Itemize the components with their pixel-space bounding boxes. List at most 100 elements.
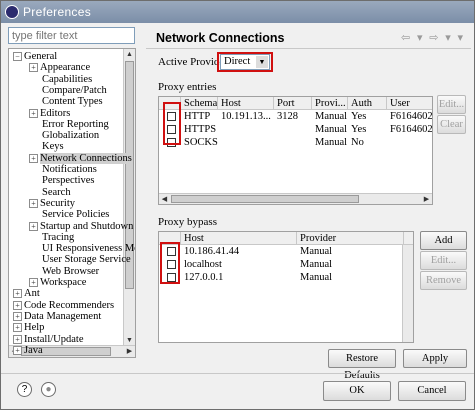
tree-item[interactable]: Error Reporting — [29, 119, 109, 131]
cell-user: F6164602 — [390, 124, 433, 135]
history-nav-arrows-icon[interactable]: ⇦ ▾ ⇨ ▾ ▾ — [401, 31, 465, 44]
expand-icon[interactable]: + — [13, 300, 22, 310]
expand-icon[interactable]: + — [13, 311, 22, 321]
column-header-schema[interactable]: Schema — [181, 97, 218, 110]
column-header-auth[interactable]: Auth — [348, 97, 387, 110]
preferences-tree[interactable]: ▲ ▼ ◀ ▶ −General+AppearanceCapabilitiesC… — [8, 48, 136, 358]
tree-item[interactable]: Service Policies — [29, 209, 109, 221]
tree-item[interactable]: Web Browser — [29, 266, 99, 278]
tree-item-label: Notifications — [42, 164, 97, 175]
restore-defaults-button[interactable]: Restore Defaults — [328, 349, 396, 381]
cell-schema: HTTPS — [184, 124, 217, 135]
expand-icon[interactable]: + — [29, 63, 38, 73]
tree-item[interactable]: Perspectives — [29, 175, 95, 187]
tree-item[interactable]: + Ant — [13, 288, 40, 300]
edit-host-button[interactable]: Edit... — [420, 251, 467, 270]
tree-item[interactable]: +Java EE — [13, 356, 58, 358]
tree-item[interactable]: Notifications — [29, 164, 97, 176]
apply-button[interactable]: Apply — [403, 349, 467, 368]
proxy-entries-hscroll[interactable]: ◀ ▶ — [159, 193, 432, 204]
tree-item[interactable]: + Help — [13, 322, 44, 334]
expand-icon[interactable]: + — [29, 278, 38, 287]
tree-item[interactable]: Tracing — [29, 232, 74, 244]
tree-item[interactable]: + Data Management — [13, 311, 101, 323]
proxy-bypass-table[interactable]: Host Provider 10.186.41.44 Manual localh… — [158, 231, 414, 343]
expand-icon[interactable]: + — [13, 345, 22, 355]
expand-icon[interactable]: + — [13, 289, 22, 299]
column-header-port[interactable]: Port — [274, 97, 312, 110]
proxy-bypass-header: Host Provider — [159, 232, 413, 245]
tree-item[interactable]: + Java — [13, 345, 43, 357]
tree-vertical-scrollbar[interactable]: ▲ ▼ — [123, 49, 135, 346]
tree-item[interactable]: Compare/Patch — [29, 85, 107, 97]
tree-item[interactable]: + Editors — [29, 108, 70, 120]
cell-host: localhost — [184, 259, 222, 270]
cell-auth: Yes — [351, 111, 367, 122]
tree-item[interactable]: User Storage Service — [29, 254, 131, 266]
tree-item-label: Help — [24, 322, 45, 334]
expand-icon[interactable]: + — [29, 198, 38, 208]
title-bar: Preferences — [1, 1, 474, 23]
tree-item-label: Java EE — [24, 356, 58, 357]
tree-item[interactable]: Content Types — [29, 96, 103, 108]
panel-header: Network Connections ⇦ ▾ ⇨ ▾ ▾ — [146, 27, 471, 49]
tree-item-label: Security — [40, 197, 75, 209]
cell-auth: Yes — [351, 124, 367, 135]
tree-item[interactable]: + Security — [29, 198, 75, 210]
edit-entry-button[interactable]: Edit... — [437, 95, 466, 114]
tree-item[interactable]: Search — [29, 187, 71, 199]
column-header-provider[interactable]: Provi... — [312, 97, 348, 110]
proxy-entries-hscroll-thumb[interactable] — [171, 195, 359, 203]
scroll-right-arrow-icon[interactable]: ▶ — [124, 346, 135, 357]
clear-entry-button[interactable]: Clear — [437, 115, 466, 134]
proxy-bypass-vscroll[interactable] — [402, 245, 413, 342]
tree-item[interactable]: − General — [13, 51, 57, 63]
cell-provider: Manual — [315, 111, 348, 122]
tree-item[interactable]: + Code Recommenders — [13, 300, 114, 312]
tree-item[interactable]: Capabilities — [29, 74, 92, 86]
scroll-right-arrow-icon[interactable]: ▶ — [421, 194, 432, 204]
tree-item-label: Java — [24, 344, 43, 356]
expand-icon[interactable]: + — [29, 221, 38, 231]
expand-icon[interactable]: + — [29, 108, 38, 118]
tree-item-label: Workspace — [40, 277, 87, 288]
tree-item[interactable]: + Appearance — [29, 62, 90, 74]
tree-item-label: Compare/Patch — [42, 84, 107, 96]
tree-item[interactable]: + Install/Update — [13, 334, 83, 346]
collapse-icon[interactable]: − — [13, 52, 22, 61]
proxy-bypass-label: Proxy bypass — [158, 216, 217, 228]
scroll-left-arrow-icon[interactable]: ◀ — [159, 194, 170, 204]
tree-item-label: Data Management — [24, 310, 102, 322]
cell-provider: Manual — [300, 259, 333, 270]
tree-item-label: UI Responsiveness Mo — [42, 243, 136, 255]
tree-item-label: Perspectives — [42, 175, 95, 187]
cancel-button[interactable]: Cancel — [398, 381, 466, 401]
column-header-host[interactable]: Host — [181, 232, 297, 245]
tree-item[interactable]: + Workspace — [29, 277, 86, 289]
tree-item[interactable]: Globalization — [29, 130, 99, 142]
cell-auth: No — [351, 137, 364, 148]
tree-item[interactable]: + Network Connections — [29, 152, 132, 165]
expand-icon[interactable]: + — [13, 323, 22, 333]
import-export-icon[interactable]: ● — [41, 382, 56, 397]
tree-item[interactable]: UI Responsiveness Mo — [29, 243, 136, 255]
proxy-entries-table[interactable]: Schema Host Port Provi... Auth User HTTP… — [158, 96, 433, 205]
tree-item-label: Tracing — [42, 231, 75, 243]
remove-host-button[interactable]: Remove — [420, 271, 467, 290]
expand-icon[interactable]: + — [13, 357, 22, 358]
tree-item[interactable]: Keys — [29, 141, 64, 153]
expand-icon[interactable]: + — [13, 334, 22, 344]
filter-input[interactable] — [8, 27, 135, 44]
expand-icon[interactable]: + — [29, 153, 38, 163]
add-host-button[interactable]: Add Host... — [420, 231, 467, 263]
cell-host — [218, 137, 274, 149]
cell-schema: SOCKS — [184, 137, 218, 148]
ok-button[interactable]: OK — [323, 381, 391, 401]
column-header-provider[interactable]: Provider — [297, 232, 404, 245]
scroll-up-arrow-icon[interactable]: ▲ — [124, 49, 135, 60]
help-icon[interactable]: ? — [17, 382, 32, 397]
tree-item-label: Code Recommenders — [24, 299, 115, 311]
column-header-user[interactable]: User — [387, 97, 432, 110]
tree-item[interactable]: + Startup and Shutdown — [29, 221, 133, 233]
column-header-host[interactable]: Host — [218, 97, 274, 110]
